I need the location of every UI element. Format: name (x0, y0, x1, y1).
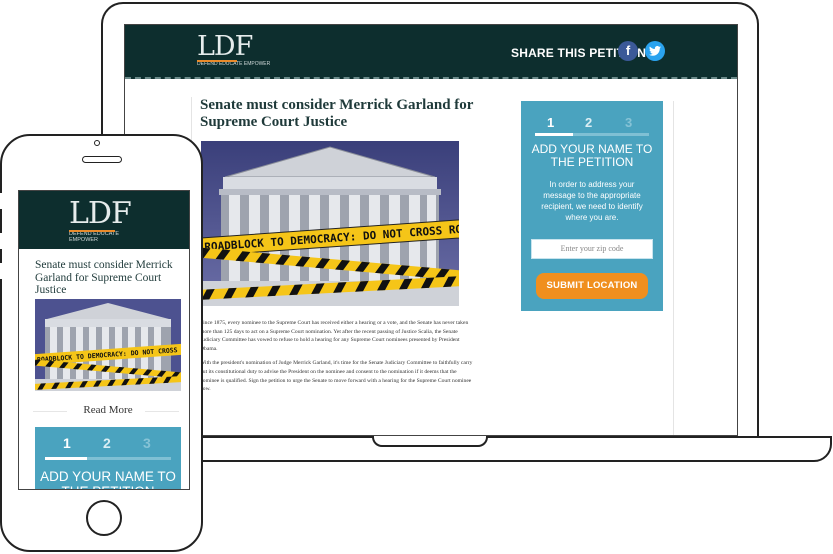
read-more-link[interactable]: Read More (75, 404, 141, 416)
phone-camera (94, 140, 100, 146)
submit-location-button[interactable]: SUBMIT LOCATION (536, 273, 648, 299)
phone-mute-switch (0, 192, 2, 210)
ldf-logo[interactable]: LDF DEFEND EDUCATE EMPOWER (197, 31, 277, 70)
site-header: LDF DEFEND EDUCATE EMPOWER SHARE THIS PE… (125, 25, 737, 79)
step-1: 1 (547, 115, 555, 130)
mobile-supreme-court-image: ROADBLOCK TO DEMOCRACY: DO NOT CROSS RO (35, 299, 181, 391)
mobile-logo-accent-bar (69, 230, 115, 232)
mobile-step-3: 3 (143, 435, 151, 451)
facebook-share-icon[interactable]: f (618, 41, 638, 61)
mobile-step-progress-fill (45, 457, 87, 460)
step-progress-track (535, 133, 649, 136)
mobile-petition-panel: 1 2 3 ADD YOUR NAME TO THE PETITION (35, 427, 181, 489)
petition-description: In order to address your message to the … (541, 180, 643, 222)
step-progress-fill (535, 133, 573, 136)
laptop-notch (372, 436, 488, 447)
phone-home-button[interactable] (86, 500, 122, 536)
mobile-logo-tagline: DEFEND EDUCATE EMPOWER (69, 231, 120, 243)
article-paragraph-2: With the president's nomination of Judge… (200, 360, 473, 393)
step-2: 2 (585, 115, 593, 130)
phone-volume-up (0, 232, 2, 250)
twitter-bird-icon (649, 46, 661, 56)
article-body: Since 1875, every nominee to the Supreme… (200, 319, 474, 400)
laptop-base (176, 436, 832, 462)
step-indicator: 1 2 3 (521, 115, 663, 131)
phone-speaker (82, 156, 122, 163)
logo-accent-bar (197, 60, 237, 62)
article-column: Senate must consider Merrick Garland for… (191, 97, 481, 435)
step-3: 3 (625, 115, 633, 130)
twitter-share-icon[interactable] (645, 41, 665, 61)
sidebar-divider (673, 101, 674, 435)
supreme-court-image: ROADBLOCK TO DEMOCRACY: DO NOT CROSS RO (201, 141, 459, 306)
article-title: Senate must consider Merrick Garland for… (200, 97, 474, 130)
mobile-petition-heading: ADD YOUR NAME TO THE PETITION (40, 469, 176, 489)
logo-letters: LDF (197, 31, 253, 62)
read-more-rule-right (145, 411, 179, 412)
mobile-ldf-logo[interactable]: LDF DEFEND EDUCATE EMPOWER (69, 196, 149, 243)
phone-frame: LDF DEFEND EDUCATE EMPOWER Senate must c… (0, 134, 203, 552)
mobile-logo-letters: LDF (69, 196, 132, 231)
petition-form-panel: 1 2 3 ADD YOUR NAME TO THE PETITION In o… (521, 101, 663, 311)
zip-code-input[interactable]: Enter your zip code (531, 239, 653, 259)
mobile-page: LDF DEFEND EDUCATE EMPOWER Senate must c… (18, 190, 190, 490)
mobile-step-1: 1 (63, 435, 71, 451)
article-paragraph-1: Since 1875, every nominee to the Supreme… (200, 320, 469, 352)
mobile-step-2: 2 (103, 435, 111, 451)
read-more-rule-left (33, 411, 67, 412)
petition-heading: ADD YOUR NAME TO THE PETITION (531, 142, 653, 169)
mobile-step-progress-track (45, 457, 171, 460)
mobile-article-title: Senate must consider Merrick Garland for… (35, 259, 173, 296)
phone-volume-down (0, 262, 2, 280)
desktop-page: LDF DEFEND EDUCATE EMPOWER SHARE THIS PE… (124, 24, 738, 436)
mobile-header: LDF DEFEND EDUCATE EMPOWER (19, 191, 189, 249)
